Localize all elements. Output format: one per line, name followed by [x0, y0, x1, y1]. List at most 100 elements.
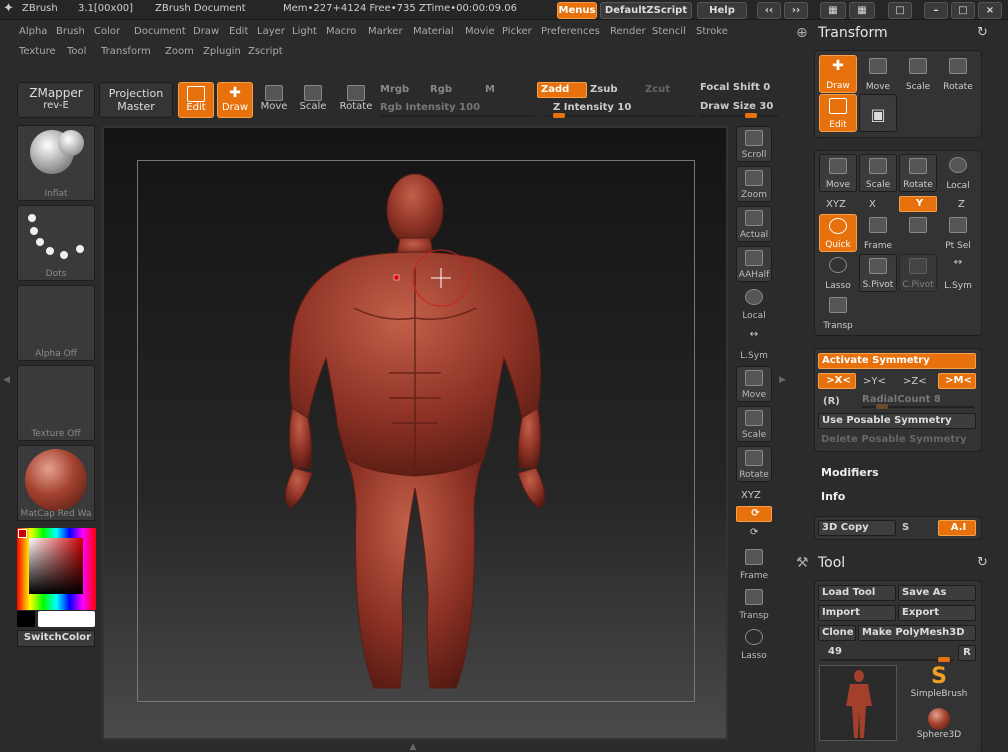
alpha-selector[interactable]: Alpha Off [17, 285, 95, 361]
material-selector[interactable]: MatCap Red Wa [17, 445, 95, 521]
draw-mode-button[interactable]: ✚ Draw [217, 82, 253, 118]
menu-layer[interactable]: Layer [257, 26, 285, 37]
radial-count-slider[interactable]: RadialCount 8 [862, 394, 941, 405]
right-tray-toggle-icon[interactable]: ▶ [779, 375, 787, 387]
menu-alpha[interactable]: Alpha [19, 26, 47, 37]
nav-local-button[interactable]: Local [939, 154, 977, 192]
lock-icon[interactable]: □ [888, 2, 912, 19]
scroll-right-icon[interactable]: ›› [784, 2, 808, 19]
minimize-icon[interactable]: – [924, 2, 948, 19]
menu-movie[interactable]: Movie [465, 26, 495, 37]
actual-button[interactable]: Actual [736, 206, 772, 242]
rgb-intensity-slider[interactable]: Rgb Intensity 100 [380, 102, 480, 113]
t-lsym-button[interactable]: ↔ L.Sym [939, 254, 977, 292]
local-button[interactable]: Local [736, 286, 772, 322]
help-button[interactable]: Help [697, 2, 747, 19]
texture-selector[interactable]: Texture Off [17, 365, 95, 441]
current-tool-thumbnail[interactable] [819, 665, 897, 741]
menu-brush[interactable]: Brush [56, 26, 85, 37]
view-frame-button[interactable]: Frame [736, 546, 772, 582]
color-square[interactable] [29, 538, 83, 594]
aahalf-button[interactable]: AAHalf [736, 246, 772, 282]
layout-icon[interactable]: ▦ [820, 2, 846, 19]
view-move-button[interactable]: Move [736, 366, 772, 402]
menu-zplugin[interactable]: Zplugin [203, 46, 241, 57]
t-draw-button[interactable]: ✚ Draw [819, 55, 857, 93]
copy3d-ai-button[interactable]: A.I [938, 520, 976, 536]
menu-stroke[interactable]: Stroke [696, 26, 728, 37]
frame-button[interactable]: Frame [859, 214, 897, 252]
menu-tool[interactable]: Tool [67, 46, 86, 57]
tool-count-knob[interactable] [938, 657, 950, 662]
axis-y-button[interactable]: Y [899, 196, 937, 212]
menu-zscript[interactable]: Zscript [248, 46, 283, 57]
maximize-icon[interactable]: □ [951, 2, 975, 19]
view-lasso-button[interactable]: Lasso [736, 626, 772, 662]
z-intensity-slider[interactable]: Z Intensity 10 [553, 102, 631, 113]
clone-button[interactable]: Clone [818, 625, 856, 641]
sym-z-button[interactable]: >Z< [903, 376, 927, 387]
human-model[interactable] [104, 128, 730, 742]
menu-edit[interactable]: Edit [229, 26, 248, 37]
hammer-icon[interactable]: ⚒ [796, 555, 809, 571]
menu-marker[interactable]: Marker [368, 26, 403, 37]
m-button[interactable]: M [485, 84, 495, 95]
posable-symmetry-button[interactable]: Use Posable Symmetry [818, 413, 976, 429]
color-picker[interactable] [17, 528, 96, 610]
menu-light[interactable]: Light [292, 26, 317, 37]
sphere3d-tool[interactable]: Sphere3D [900, 706, 978, 746]
sym-y-button[interactable]: >Y< [863, 376, 886, 387]
tool-r-button[interactable]: R [958, 645, 976, 661]
make-polymesh-button[interactable]: Make PolyMesh3D [858, 625, 976, 641]
projection-master-button[interactable]: Projection Master [99, 82, 173, 118]
main-color-swatch[interactable] [38, 611, 95, 627]
sym-m-button[interactable]: >M< [938, 373, 976, 389]
menu-texture[interactable]: Texture [19, 46, 56, 57]
zadd-button[interactable]: Zadd [537, 82, 587, 98]
menu-stencil[interactable]: Stencil [652, 26, 686, 37]
save-as-button[interactable]: Save As [898, 585, 976, 601]
layout2-icon[interactable]: ▦ [849, 2, 875, 19]
poly-frame-button[interactable] [899, 214, 937, 252]
radial-count-knob[interactable] [876, 404, 888, 409]
t-rotate-button[interactable]: Rotate [939, 55, 977, 93]
transform-pin-icon[interactable]: ⊕ [796, 25, 808, 41]
nav-scale-button[interactable]: Scale [859, 154, 897, 192]
canvas-viewport[interactable] [102, 126, 728, 740]
scroll-button[interactable]: Scroll [736, 126, 772, 162]
rgb-button[interactable]: Rgb [430, 84, 452, 95]
brush-selector[interactable]: Inflat [17, 125, 95, 201]
close-icon[interactable]: × [978, 2, 1002, 19]
transform-reset-icon[interactable]: ↻ [977, 25, 988, 40]
simplebrush-tool[interactable]: S SimpleBrush [900, 665, 978, 705]
rgb-intensity-track[interactable] [380, 115, 535, 117]
tool-count-track[interactable] [820, 657, 954, 662]
t-move-button[interactable]: Move [859, 55, 897, 93]
menu-color[interactable]: Color [94, 26, 120, 37]
zscript-button[interactable]: DefaultZScript [600, 2, 692, 19]
menu-render[interactable]: Render [610, 26, 646, 37]
copy3d-s-button[interactable]: S [902, 522, 909, 533]
delete-posable-symmetry-button[interactable]: Delete Posable Symmetry [818, 433, 978, 449]
info-section[interactable]: Info [821, 490, 845, 503]
scale-mode-button[interactable]: Scale [295, 82, 331, 118]
view-rotate-button[interactable]: Rotate [736, 446, 772, 482]
modifiers-section[interactable]: Modifiers [821, 466, 879, 479]
axis-x-button[interactable]: X [869, 199, 876, 210]
z-intensity-knob[interactable] [553, 113, 565, 118]
draw-size-slider[interactable]: Draw Size 30 [700, 101, 773, 112]
draw-size-track[interactable] [700, 113, 778, 118]
view-transp-button[interactable]: Transp [736, 586, 772, 622]
tool-reset-icon[interactable]: ↻ [977, 555, 988, 570]
zcut-button[interactable]: Zcut [645, 84, 670, 95]
spivot-button[interactable]: S.Pivot [859, 254, 897, 292]
snapshot-button[interactable]: ▣ [859, 94, 897, 132]
load-tool-button[interactable]: Load Tool [818, 585, 896, 601]
zmapper-button[interactable]: ZMapper rev-E [17, 82, 95, 118]
scroll-left-icon[interactable]: ‹‹ [757, 2, 781, 19]
tool-count-slider[interactable]: 49 [828, 646, 842, 657]
nav-rotate-button[interactable]: Rotate [899, 154, 937, 192]
mrgb-button[interactable]: Mrgb [380, 84, 409, 95]
menu-preferences[interactable]: Preferences [541, 26, 600, 37]
zoom-button[interactable]: Zoom [736, 166, 772, 202]
